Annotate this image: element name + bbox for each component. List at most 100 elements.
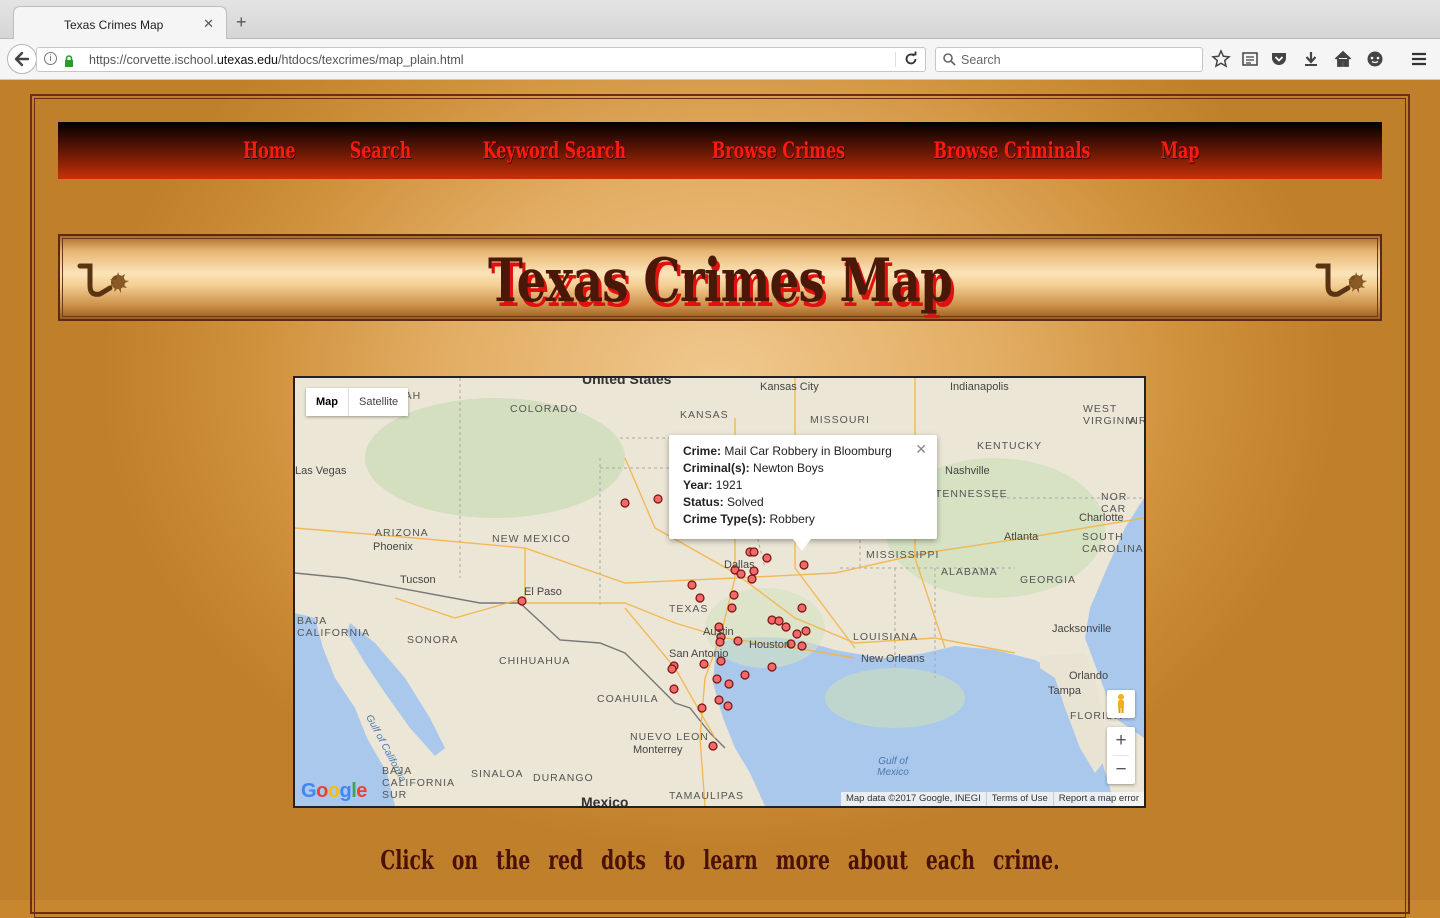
map-label: BAJA CALIFORNIA <box>297 615 371 639</box>
crime-map[interactable]: United States Kansas City Indianapolis T… <box>293 376 1146 808</box>
map-label: SONORA <box>407 634 459 646</box>
map-type-satellite-button[interactable]: Satellite <box>349 388 408 416</box>
map-label: Tucson <box>400 574 436 586</box>
nav-home-link[interactable]: Home <box>243 138 295 164</box>
crime-info-window: ✕ Crime: Mail Car Robbery in Bloomburg C… <box>669 435 937 551</box>
map-label: LOUISIANA <box>853 631 919 643</box>
map-label: TEXAS <box>669 603 709 615</box>
zoom-in-button[interactable]: + <box>1107 727 1135 755</box>
map-label: COAHUILA <box>597 693 659 705</box>
lock-icon[interactable] <box>64 54 74 72</box>
map-label: DURANGO <box>533 772 594 784</box>
title-banner: Texas Crimes Map <box>58 234 1382 321</box>
back-button[interactable] <box>7 44 37 74</box>
map-label: New Orleans <box>861 653 925 665</box>
url-bar[interactable]: i https://corvette.ischool.utexas.edu/ht… <box>36 47 926 72</box>
map-label: Atlanta <box>1004 531 1039 543</box>
map-label: Monterrey <box>633 744 683 756</box>
map-label: El Paso <box>524 586 562 598</box>
map-label: Gulf of Mexico <box>877 756 909 778</box>
info-icon[interactable]: i <box>44 52 57 65</box>
map-label: NEW MEXICO <box>492 533 571 545</box>
nav-browse-criminals-link[interactable]: Browse Criminals <box>933 138 1090 164</box>
browser-tab[interactable]: Texas Crimes Map ✕ <box>13 6 227 40</box>
map-type-map-button[interactable]: Map <box>306 388 348 416</box>
close-tab-icon[interactable]: ✕ <box>203 16 214 32</box>
hamburger-menu-icon[interactable] <box>1409 49 1429 69</box>
map-label: Kansas City <box>760 381 819 393</box>
map-label: Charlotte <box>1079 512 1124 524</box>
map-label: Jacksonville <box>1052 623 1112 635</box>
back-arrow-icon <box>14 51 30 67</box>
url-divider <box>895 52 896 67</box>
spur-right-icon <box>1315 263 1367 297</box>
map-label: Austin <box>703 626 734 638</box>
street-view-pegman-icon[interactable] <box>1107 690 1135 718</box>
map-data-credit: Map data ©2017 Google, INEGI <box>845 793 981 804</box>
map-label: Tampa <box>1048 685 1082 697</box>
spur-left-icon <box>77 263 129 297</box>
map-label: SOUTH CAROLINA <box>1082 531 1144 555</box>
map-label: Mexico <box>581 794 629 808</box>
map-label: KENTUCKY <box>977 440 1043 452</box>
map-label: CHIHUAHUA <box>499 655 571 667</box>
close-icon[interactable]: ✕ <box>915 441 927 458</box>
chat-icon[interactable] <box>1365 49 1385 69</box>
tab-bar: Texas Crimes Map ✕ + <box>0 0 1440 40</box>
map-label: Houston <box>749 639 790 651</box>
zoom-out-button[interactable]: − <box>1107 756 1135 784</box>
map-label: NUEVO LEON <box>630 731 709 743</box>
search-bar[interactable]: Search <box>935 47 1203 72</box>
info-status-row: Status: Solved <box>683 495 764 509</box>
map-label: ALABAMA <box>941 566 998 578</box>
map-label: MISSISSIPPI <box>866 549 940 561</box>
map-label: Indianapolis <box>950 381 1009 393</box>
nav-keyword-search-link[interactable]: Keyword Search <box>483 138 626 164</box>
map-label: TENNESSEE <box>935 488 1008 500</box>
map-label: Phoenix <box>373 541 413 553</box>
map-label: COLORADO <box>510 403 579 415</box>
map-label: ARIZONA <box>375 527 429 539</box>
map-label: BAJA CALIFORNIA SUR <box>382 765 455 801</box>
tab-title: Texas Crimes Map <box>64 18 164 32</box>
map-label: MISSOURI <box>810 414 870 426</box>
map-label: United States <box>582 376 672 387</box>
new-tab-icon[interactable]: + <box>236 13 247 31</box>
report-map-error-link[interactable]: Report a map error <box>1052 792 1144 806</box>
map-label: SINALOA <box>471 768 524 780</box>
map-label: TAMAULIPAS <box>669 790 744 802</box>
zoom-control: + − <box>1107 727 1135 784</box>
map-caption: Click on the red dots to learn more abou… <box>380 846 1060 876</box>
info-year-row: Year: 1921 <box>683 478 743 492</box>
page-background: Home Search Keyword Search Browse Crimes… <box>0 80 1440 918</box>
map-label: Las Vegas <box>295 465 347 477</box>
map-label: KANSAS <box>680 409 729 421</box>
reload-icon[interactable] <box>903 51 919 72</box>
reading-list-icon[interactable] <box>1240 49 1260 69</box>
home-icon[interactable] <box>1333 49 1353 69</box>
search-icon <box>943 53 956 71</box>
map-label: Orlando <box>1069 670 1109 682</box>
page-title: Texas Crimes Map <box>487 246 953 316</box>
map-label: Dallas <box>724 559 755 571</box>
terms-of-use-link[interactable]: Terms of Use <box>985 792 1053 806</box>
map-label: VIRG <box>1127 415 1144 427</box>
url-text: https://corvette.ischool.utexas.edu/htdo… <box>89 53 464 67</box>
map-label: Nashville <box>945 465 990 477</box>
map-attribution: Map data ©2017 Google, INEGI Terms of Us… <box>840 792 1144 806</box>
map-type-control: Map Satellite <box>306 388 409 416</box>
map-label: San Antonio <box>669 648 729 660</box>
nav-map-link[interactable]: Map <box>1160 138 1199 164</box>
bookmark-star-icon[interactable] <box>1211 49 1231 69</box>
site-nav: Home Search Keyword Search Browse Crimes… <box>58 122 1382 179</box>
nav-browse-crimes-link[interactable]: Browse Crimes <box>712 138 845 164</box>
map-label: GEORGIA <box>1020 574 1077 586</box>
info-crime-type-row: Crime Type(s): Robbery <box>683 512 815 526</box>
search-placeholder: Search <box>961 53 1001 67</box>
info-crime-row: Crime: Mail Car Robbery in Bloomburg <box>683 444 892 458</box>
navigation-toolbar: i https://corvette.ischool.utexas.edu/ht… <box>0 39 1440 80</box>
nav-search-link[interactable]: Search <box>350 138 411 164</box>
download-icon[interactable] <box>1301 49 1321 69</box>
google-logo[interactable]: Google <box>301 780 367 803</box>
pocket-icon[interactable] <box>1269 49 1289 69</box>
